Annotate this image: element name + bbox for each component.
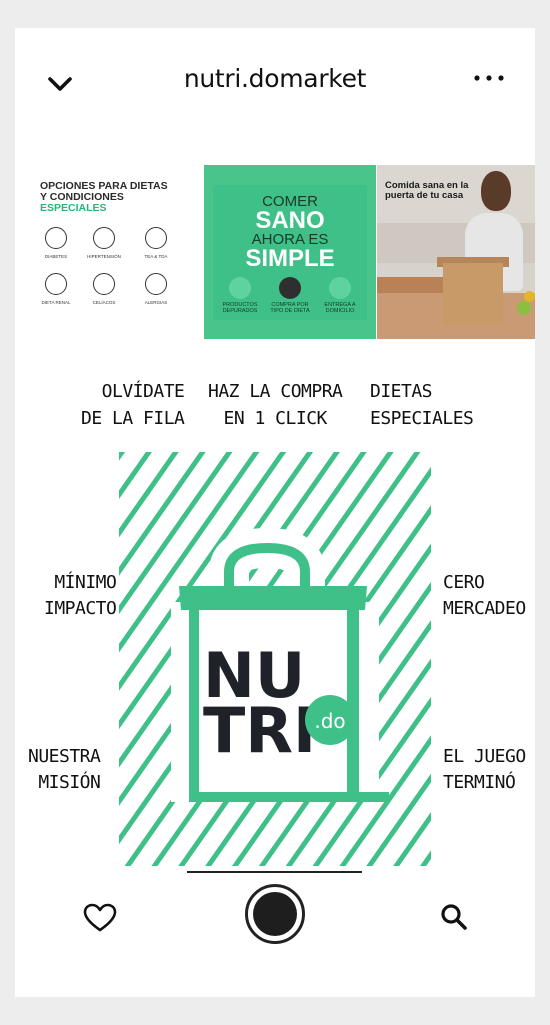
fruit xyxy=(524,291,535,302)
feature-label: ENTREGA A DOMICILIO xyxy=(324,302,356,314)
brain-icon xyxy=(145,227,167,249)
drop-icon xyxy=(45,227,67,249)
photo-caption: Comida sana en la puerta de tu casa xyxy=(385,180,469,201)
image-carousel: OPCIONES PARA DIETAS Y CONDICIONES ESPEC… xyxy=(30,165,535,339)
phone-frame: nutri.domarket OPCIONES PARA DIETAS Y CO… xyxy=(15,28,535,997)
side-label-juego: EL JUEGO TERMINÓ xyxy=(443,746,526,793)
photo-tile[interactable]: Comida sana en la puerta de tu casa xyxy=(377,165,535,339)
promo-panel: COMER SANO AHORA ES SIMPLE PRODUCTOS DEP… xyxy=(213,185,367,320)
diet-label: HIPERTENSIÓN xyxy=(87,254,121,259)
diet-tile-title: OPCIONES PARA DIETAS Y CONDICIONES ESPEC… xyxy=(40,181,168,214)
hero-logo: NU TRI .do xyxy=(119,452,431,866)
record-button[interactable] xyxy=(245,884,305,944)
diet-options-tile[interactable]: OPCIONES PARA DIETAS Y CONDICIONES ESPEC… xyxy=(30,165,203,339)
more-horizontal-icon[interactable] xyxy=(471,68,507,88)
top-bar: nutri.domarket xyxy=(15,28,535,138)
column-label-fila: OLVÍDATE DE LA FILA xyxy=(81,381,185,429)
promo-feature: ENTREGA A DOMICILIO xyxy=(315,277,365,314)
feature-label: PRODUCTOS DEPURADOS xyxy=(222,302,258,314)
side-label-impacto: MÍNIMO IMPACTO xyxy=(44,572,117,619)
no-wheat-icon xyxy=(93,273,115,295)
diet-item: DIABETES xyxy=(32,227,80,259)
heart-icon[interactable] xyxy=(83,903,117,933)
diet-item: CELÍACOS xyxy=(80,273,128,305)
allergy-icon xyxy=(145,273,167,295)
promo-feature: PRODUCTOS DEPURADOS xyxy=(215,277,265,314)
active-indicator xyxy=(187,871,362,873)
diet-title-line3: ESPECIALES xyxy=(40,202,107,214)
logo-text-tri: TRI xyxy=(203,694,316,767)
diet-label: CELÍACOS xyxy=(92,300,116,305)
woman-head xyxy=(481,171,511,211)
promo-line4: SIMPLE xyxy=(245,245,335,272)
diet-item: HIPERTENSIÓN xyxy=(80,227,128,259)
diet-item: DIETA RENAL xyxy=(32,273,80,305)
side-label-mision: NUESTRA MISIÓN xyxy=(28,746,101,793)
diet-label: DIABETES xyxy=(44,254,68,259)
promo-feature: COMPRA POR TIPO DE DIETA xyxy=(265,277,315,314)
bag-icon xyxy=(279,277,301,299)
diet-item: TEA & TDA xyxy=(132,227,180,259)
feature-columns: OLVÍDATE DE LA FILA HAZ LA COMPRA EN 1 C… xyxy=(15,378,535,438)
diet-label: TEA & TDA xyxy=(144,254,168,259)
diet-item: ALERGIAS xyxy=(132,273,180,305)
kidney-icon xyxy=(45,273,67,295)
feature-label: COMPRA POR TIPO DE DIETA xyxy=(270,302,310,314)
promo-tile[interactable]: COMER SANO AHORA ES SIMPLE PRODUCTOS DEP… xyxy=(204,165,376,339)
side-label-mercadeo: CERO MERCADEO xyxy=(443,572,526,619)
search-icon[interactable] xyxy=(439,902,469,932)
record-button-core xyxy=(253,892,297,936)
heart-rate-icon xyxy=(93,227,115,249)
diet-label: DIETA RENAL xyxy=(41,300,71,305)
delivery-box xyxy=(443,263,503,325)
fruit xyxy=(517,301,531,315)
column-label-dietas: DIETAS ESPECIALES xyxy=(370,381,474,429)
diet-label: ALERGIAS xyxy=(144,300,168,305)
calendar-icon xyxy=(329,277,351,299)
magnifier-icon xyxy=(229,277,251,299)
column-label-click: HAZ LA COMPRA EN 1 CLICK xyxy=(208,381,343,429)
logo-badge-text: .do xyxy=(314,709,345,733)
bottom-nav xyxy=(15,878,535,958)
page-title: nutri.domarket xyxy=(183,64,367,93)
